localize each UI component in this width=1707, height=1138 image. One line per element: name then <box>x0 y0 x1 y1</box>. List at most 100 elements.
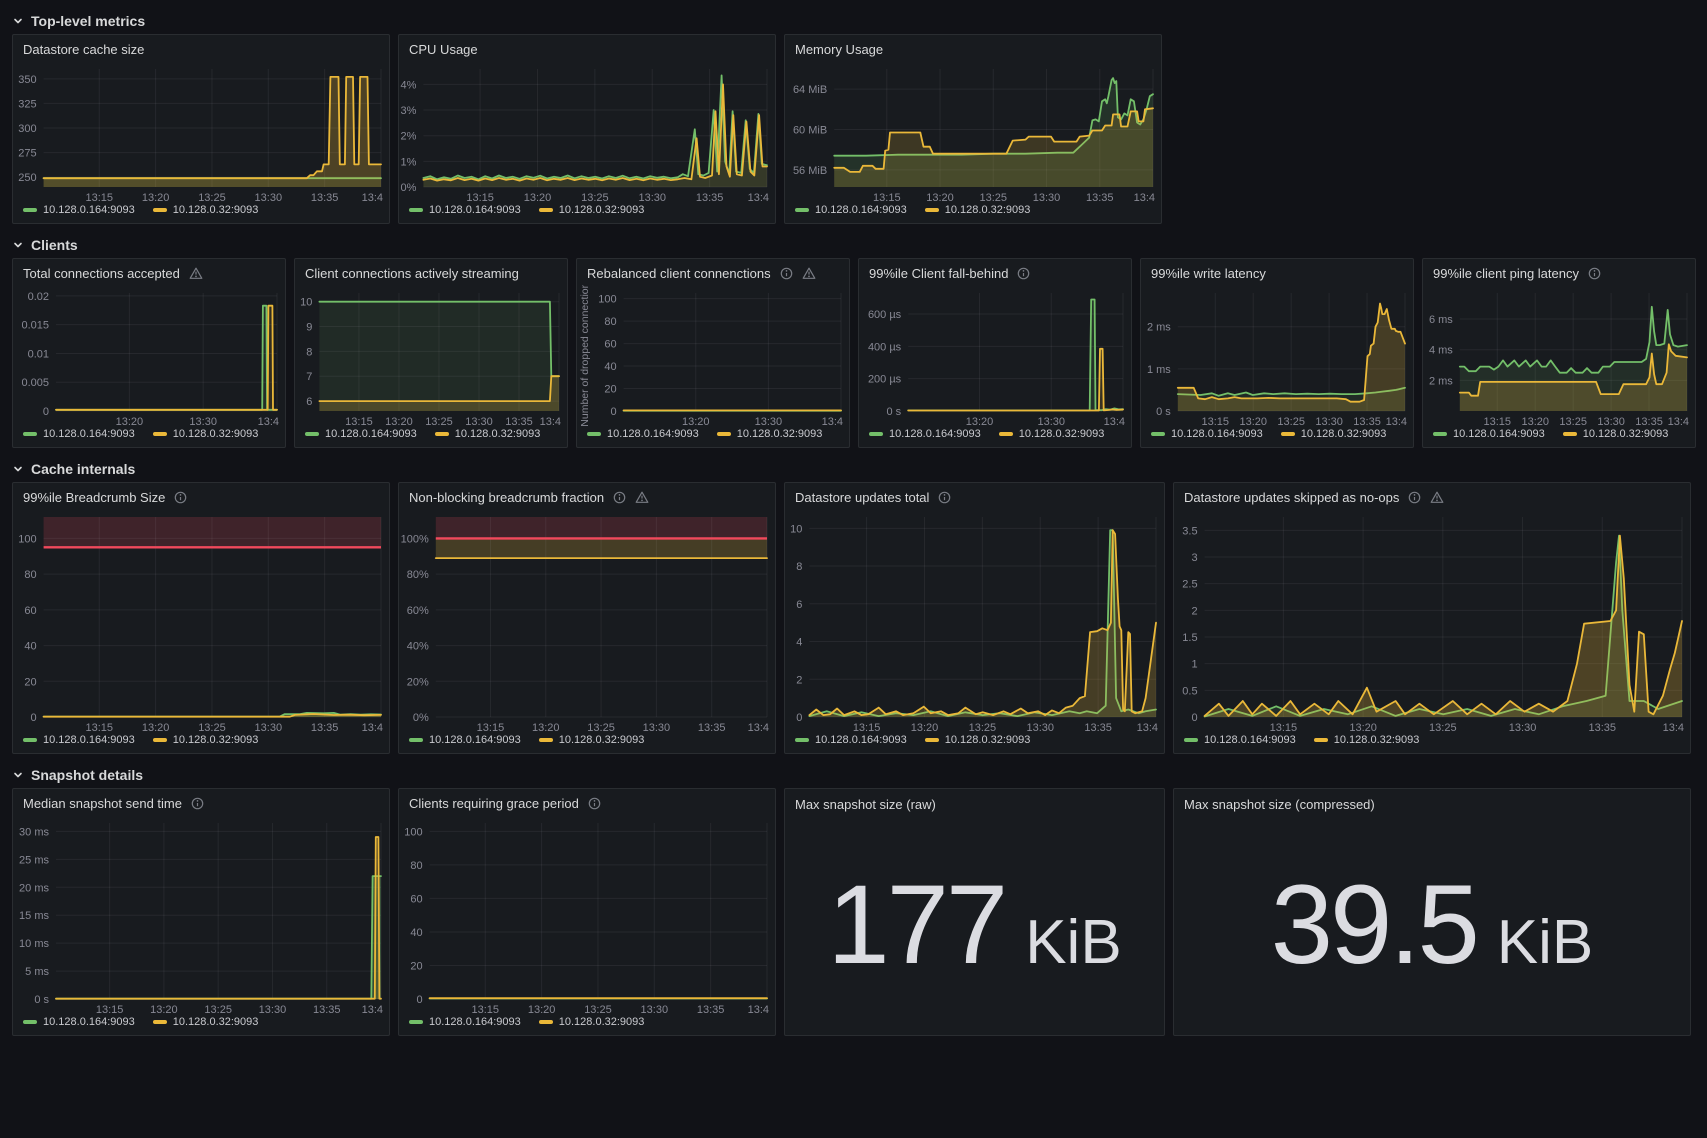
chart-median-snapshot-send-time[interactable]: 0 s5 ms10 ms15 ms20 ms25 ms30 ms13:1513:… <box>13 815 389 1014</box>
panel-header[interactable]: Datastore cache size <box>13 35 389 61</box>
panel-header[interactable]: Clients requiring grace period <box>399 789 775 815</box>
panel-header[interactable]: Total connections accepted <box>13 259 285 285</box>
x-tick-label: 13:30 <box>1026 722 1054 732</box>
info-icon[interactable] <box>613 491 626 504</box>
chart-memory-usage[interactable]: 56 MiB60 MiB64 MiB13:1513:2013:2513:3013… <box>785 61 1161 203</box>
legend-item[interactable]: 10.128.0.164:9093 <box>795 204 907 216</box>
section-header-clients[interactable]: Clients <box>12 232 1695 258</box>
legend-series-label: 10.128.0.164:9093 <box>429 1016 521 1028</box>
chart-datastore-updates-total[interactable]: 024681013:1513:2013:2513:3013:3513:4 <box>785 509 1164 732</box>
info-icon[interactable] <box>938 491 951 504</box>
legend-series-label: 10.128.0.164:9093 <box>43 1016 135 1028</box>
panel-memory-usage: Memory Usage56 MiB60 MiB64 MiB13:1513:20… <box>784 34 1162 224</box>
legend-item[interactable]: 10.128.0.32:9093 <box>539 734 645 746</box>
panel-legend: 10.128.0.164:9093 10.128.0.32:9093 <box>399 1014 775 1035</box>
legend-item[interactable]: 10.128.0.164:9093 <box>1433 428 1545 440</box>
chart-datastore-cache-size[interactable]: 25027530032535013:1513:2013:2513:3013:35… <box>13 61 389 203</box>
chart-total-connections-accepted[interactable]: 00.0050.010.0150.0213:2013:3013:4 <box>13 285 285 427</box>
warning-icon[interactable] <box>1430 491 1444 504</box>
legend-item[interactable]: 10.128.0.164:9093 <box>305 428 417 440</box>
section-title: Snapshot details <box>31 767 143 783</box>
legend-item[interactable]: 10.128.0.32:9093 <box>1314 734 1420 746</box>
legend-item[interactable]: 10.128.0.164:9093 <box>23 734 135 746</box>
panel-header[interactable]: Max snapshot size (raw) <box>785 789 1164 815</box>
info-icon[interactable] <box>588 797 601 810</box>
legend-item[interactable]: 10.128.0.164:9093 <box>795 734 907 746</box>
legend-item[interactable]: 10.128.0.32:9093 <box>925 734 1031 746</box>
legend-item[interactable]: 10.128.0.32:9093 <box>539 204 645 216</box>
legend-item[interactable]: 10.128.0.32:9093 <box>153 428 259 440</box>
panel-header[interactable]: Memory Usage <box>785 35 1161 61</box>
panel-header[interactable]: Median snapshot send time <box>13 789 389 815</box>
chart-non-blocking-breadcrumb-fraction[interactable]: 0%20%40%60%80%100%13:1513:2013:2513:3013… <box>399 509 775 732</box>
x-tick-label: 13:20 <box>524 192 552 203</box>
legend-series-label: 10.128.0.164:9093 <box>325 428 417 440</box>
legend-item[interactable]: 10.128.0.164:9093 <box>869 428 981 440</box>
section-header-snapshot-details[interactable]: Snapshot details <box>12 762 1695 788</box>
legend-item[interactable]: 10.128.0.32:9093 <box>539 1016 645 1028</box>
y-tick-label: 325 <box>18 98 36 110</box>
chart-cpu-usage[interactable]: 0%1%2%3%4%13:1513:2013:2513:3013:3513:4 <box>399 61 775 203</box>
legend-item[interactable]: 10.128.0.164:9093 <box>409 204 521 216</box>
chart-datastore-updates-skipped-as-no-ops[interactable]: 00.511.522.533.513:1513:2013:2513:3013:3… <box>1174 509 1690 732</box>
legend-item[interactable]: 10.128.0.32:9093 <box>1281 428 1387 440</box>
legend-item[interactable]: 10.128.0.164:9093 <box>1184 734 1296 746</box>
legend-item[interactable]: 10.128.0.32:9093 <box>1563 428 1669 440</box>
panel-header[interactable]: 99%ile client ping latency <box>1423 259 1695 285</box>
panel-title: 99%ile Client fall-behind <box>869 266 1008 281</box>
panel-header[interactable]: Datastore updates skipped as no-ops <box>1174 483 1690 509</box>
chart-99-ile-breadcrumb-size[interactable]: 02040608010013:1513:2013:2513:3013:3513:… <box>13 509 389 732</box>
legend-item[interactable]: 10.128.0.32:9093 <box>717 428 823 440</box>
section-header-cache-internals[interactable]: Cache internals <box>12 456 1695 482</box>
chart-client-connections-actively-streaming[interactable]: 67891013:1513:2013:2513:3013:3513:4 <box>295 285 567 427</box>
panel-legend: 10.128.0.164:9093 10.128.0.32:9093 <box>13 426 285 447</box>
x-tick-label: 13:25 <box>1559 416 1587 427</box>
legend-item[interactable]: 10.128.0.164:9093 <box>409 734 521 746</box>
chart-rebalanced-client-connenctions[interactable]: 02040608010013:2013:3013:4Number of drop… <box>577 285 849 427</box>
panel-header[interactable]: 99%ile write latency <box>1141 259 1413 285</box>
legend-item[interactable]: 10.128.0.164:9093 <box>23 204 135 216</box>
legend-item[interactable]: 10.128.0.32:9093 <box>925 204 1031 216</box>
info-icon[interactable] <box>1588 267 1601 280</box>
x-tick-label: 13:20 <box>682 416 710 427</box>
info-icon[interactable] <box>780 267 793 280</box>
panel-title: Total connections accepted <box>23 266 180 281</box>
legend-series-label: 10.128.0.32:9093 <box>1334 734 1420 746</box>
chart-99-ile-client-fall-behind[interactable]: 0 s200 µs400 µs600 µs13:2013:3013:4 <box>859 285 1131 427</box>
legend-item[interactable]: 10.128.0.164:9093 <box>587 428 699 440</box>
legend-series-label: 10.128.0.32:9093 <box>559 734 645 746</box>
legend-item[interactable]: 10.128.0.164:9093 <box>1151 428 1263 440</box>
panel-title: 99%ile Breadcrumb Size <box>23 490 165 505</box>
legend-item[interactable]: 10.128.0.32:9093 <box>999 428 1105 440</box>
section-header-top-level-metrics[interactable]: Top-level metrics <box>12 8 1695 34</box>
legend-item[interactable]: 10.128.0.32:9093 <box>435 428 541 440</box>
chart-99-ile-client-ping-latency[interactable]: 2 ms4 ms6 ms13:1513:2013:2513:3013:3513:… <box>1423 285 1695 427</box>
legend-item[interactable]: 10.128.0.164:9093 <box>23 1016 135 1028</box>
warning-icon[interactable] <box>635 491 649 504</box>
legend-item[interactable]: 10.128.0.32:9093 <box>153 204 259 216</box>
legend-item[interactable]: 10.128.0.164:9093 <box>23 428 135 440</box>
info-icon[interactable] <box>191 797 204 810</box>
legend-item[interactable]: 10.128.0.32:9093 <box>153 734 259 746</box>
panel-header[interactable]: Client connections actively streaming <box>295 259 567 285</box>
stat-value: 177KiB <box>827 869 1121 981</box>
chart-99-ile-write-latency[interactable]: 0 s1 ms2 ms13:1513:2013:2513:3013:3513:4 <box>1141 285 1413 427</box>
info-icon[interactable] <box>174 491 187 504</box>
y-tick-label: 80 <box>604 316 616 328</box>
panel-header[interactable]: 99%ile Client fall-behind <box>859 259 1131 285</box>
warning-icon[interactable] <box>802 267 816 280</box>
legend-item[interactable]: 10.128.0.164:9093 <box>409 1016 521 1028</box>
info-icon[interactable] <box>1408 491 1421 504</box>
panel-title: Datastore updates skipped as no-ops <box>1184 490 1399 505</box>
legend-item[interactable]: 10.128.0.32:9093 <box>153 1016 259 1028</box>
panel-header[interactable]: Datastore updates total <box>785 483 1164 509</box>
panel-header[interactable]: Max snapshot size (compressed) <box>1174 789 1690 815</box>
y-tick-label: 40 <box>604 361 616 373</box>
warning-icon[interactable] <box>189 267 203 280</box>
chart-clients-requiring-grace-period[interactable]: 02040608010013:1513:2013:2513:3013:3513:… <box>399 815 775 1014</box>
panel-header[interactable]: Rebalanced client connenctions <box>577 259 849 285</box>
panel-header[interactable]: Non-blocking breadcrumb fraction <box>399 483 775 509</box>
info-icon[interactable] <box>1017 267 1030 280</box>
panel-header[interactable]: CPU Usage <box>399 35 775 61</box>
panel-header[interactable]: 99%ile Breadcrumb Size <box>13 483 389 509</box>
